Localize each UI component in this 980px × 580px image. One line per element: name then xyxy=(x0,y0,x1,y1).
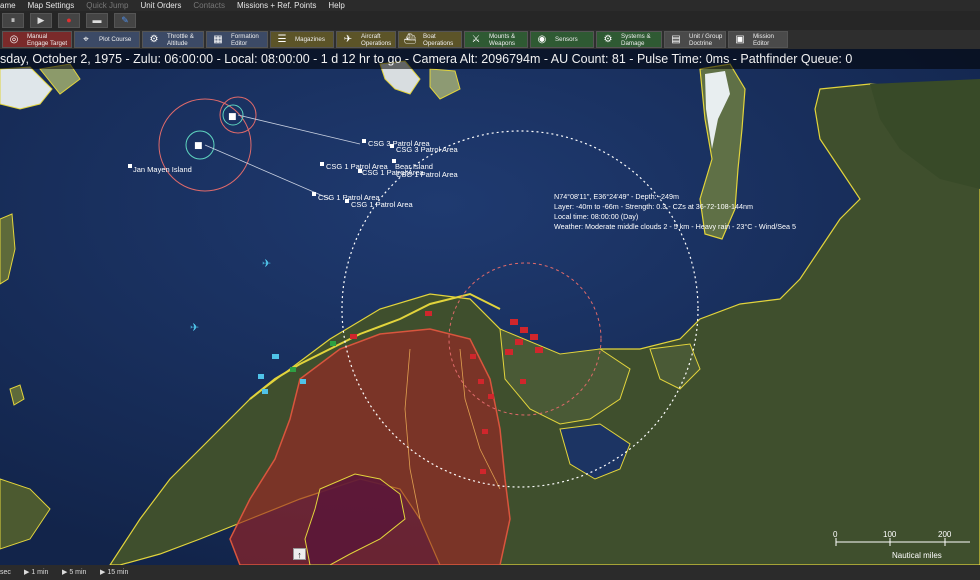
course-button[interactable]: ⌖ Plot Course xyxy=(74,31,140,48)
record-icon: ● xyxy=(66,15,72,25)
toolbar-button-label: Magazines xyxy=(295,36,325,43)
mission-icon: ▣ xyxy=(735,34,745,45)
scale-tick-100: 100 xyxy=(883,530,897,539)
time-compression-15-min[interactable]: ▶ 15 min xyxy=(100,565,128,580)
toolbar-button-label: Unit / Group Doctrine xyxy=(689,33,723,47)
label-jan-mayen: Jan Mayen Island xyxy=(133,165,192,174)
pause-button[interactable]: ⏸ xyxy=(2,13,24,28)
cursor-info-line-3: Local time: 08:00:00 (Day) xyxy=(554,212,638,221)
toolbar-button-label: Sensors xyxy=(555,36,578,43)
toolbar-button-label: Manual Engage Target xyxy=(27,33,68,47)
boat-icon: ⛴ xyxy=(403,34,417,45)
menu-item-quick-jump[interactable]: Quick Jump xyxy=(86,1,128,10)
toolbar-button-label: Boat Operations xyxy=(423,33,454,47)
play-button[interactable]: ▶ xyxy=(30,13,52,28)
toolbar-button-label: Plot Course xyxy=(99,36,132,43)
menu-item-missions-ref-points[interactable]: Missions + Ref. Points xyxy=(237,1,316,10)
mission-button[interactable]: ▣ Mission Editor xyxy=(728,31,788,48)
cursor-info-line-1: N74°08'11", E36°24'49" - Depth: -249m xyxy=(554,192,679,201)
magazine-icon: ☰ xyxy=(277,34,287,45)
menu-item-map-settings[interactable]: Map Settings xyxy=(28,1,75,10)
course-icon: ⌖ xyxy=(83,34,89,45)
scale-unit: Nautical miles xyxy=(892,551,942,560)
svg-text:✈: ✈ xyxy=(262,257,271,270)
quick-toolbar: ⏸ ▶ ● ▬ ✎ xyxy=(0,11,980,30)
expand-panel-button[interactable]: ↑ xyxy=(293,548,306,560)
pencil-button[interactable]: ✎ xyxy=(114,13,136,28)
world-map[interactable]: ■ ■ ✈ ✈ Jan Mayen Island CSG 3 Patrol Ar… xyxy=(0,49,980,565)
doctrine-icon: ▤ xyxy=(671,34,681,45)
toolbar-button-label: Aircraft Operations xyxy=(361,33,392,47)
cursor-info-line-2: Layer: -40m to -66m - Strength: 0.3 - CZ… xyxy=(554,202,753,211)
label-csg1-patrol-3: CSG 1 Patrol Area xyxy=(396,170,459,179)
time-compression-bar: sec ▶ 1 min ▶ 5 min ▶ 15 min xyxy=(0,565,980,580)
magazine-button[interactable]: ☰ Magazines xyxy=(270,31,334,48)
mounts-icon: ⚔ xyxy=(471,34,481,45)
time-compression-label: 15 min xyxy=(107,569,129,576)
aircraft-button[interactable]: ✈ Aircraft Operations xyxy=(336,31,396,48)
cursor-info-line-4: Weather: Moderate middle clouds 2 - 5 km… xyxy=(554,222,796,231)
unit-toolbar: ◎ Manual Engage Target ⌖ Plot Course ⚙ Thrott… xyxy=(0,30,980,50)
menu-bar: ame Map Settings Quick Jump Unit Orders Cont… xyxy=(0,0,980,11)
menu-item-unit-orders[interactable]: Unit Orders xyxy=(141,1,182,10)
time-compression-1-min[interactable]: ▶ 1 min xyxy=(24,565,48,580)
throttle-icon: ⚙ xyxy=(149,34,159,45)
menu-item-help[interactable]: Help xyxy=(328,1,344,10)
toolbar-button-label: Throttle & Altitude xyxy=(167,33,194,47)
arrow-up-icon: ↑ xyxy=(297,550,302,560)
pencil-icon: ✎ xyxy=(121,15,129,25)
pause-icon: ⏸ xyxy=(10,15,16,25)
svg-text:✈: ✈ xyxy=(190,321,199,334)
formation-icon: ▦ xyxy=(213,34,223,45)
mounts-button[interactable]: ⚔ Mounts & Weapons xyxy=(464,31,528,48)
time-compression-5-min[interactable]: ▶ 5 min xyxy=(62,565,86,580)
throttle-button[interactable]: ⚙ Throttle & Altitude xyxy=(142,31,204,48)
sensor-button[interactable]: ◉ Sensors xyxy=(530,31,594,48)
systems-icon: ⚙ xyxy=(603,34,613,45)
play-icon: ▶ xyxy=(37,15,45,25)
scale-tick-0: 0 xyxy=(833,530,838,539)
vehicle-button[interactable]: ▬ xyxy=(86,13,108,28)
formation-button[interactable]: ▦ Formation Editor xyxy=(206,31,268,48)
target-icon: ◎ xyxy=(9,34,19,45)
boat-button[interactable]: ⛴ Boat Operations xyxy=(398,31,462,48)
time-compression-label: 5 min xyxy=(69,569,87,576)
scale-bar: 0 100 200 Nautical miles xyxy=(830,528,980,564)
target-button[interactable]: ◎ Manual Engage Target xyxy=(2,31,72,48)
carrier-unit-2[interactable]: ■ xyxy=(228,112,237,122)
scale-tick-200: 200 xyxy=(938,530,952,539)
vehicle-icon: ▬ xyxy=(92,15,102,25)
record-button[interactable]: ● xyxy=(58,13,80,28)
time-compression-label: 1 min xyxy=(31,569,49,576)
label-csg1-patrol-5: CSG 1 Patrol Area xyxy=(351,200,414,209)
menu-item-ame[interactable]: ame xyxy=(0,1,16,10)
aircraft-icon: ✈ xyxy=(343,34,353,45)
carrier-unit-1[interactable]: ■ xyxy=(194,141,203,151)
toolbar-button-label: Systems & Damage xyxy=(621,33,651,47)
status-text: sday, October 2, 1975 - Zulu: 06:00:00 -… xyxy=(0,52,853,66)
label-csg3-patrol-2: CSG 3 Patrol Area xyxy=(396,145,459,154)
toolbar-button-label: Mounts & Weapons xyxy=(489,33,516,47)
toolbar-button-label: Mission Editor xyxy=(753,33,774,47)
time-compression-sec[interactable]: sec xyxy=(0,565,11,580)
time-compression-label: sec xyxy=(0,569,11,576)
sensor-icon: ◉ xyxy=(537,34,547,45)
menu-item-contacts[interactable]: Contacts xyxy=(193,1,225,10)
scale-bar-graphic: 0 100 200 Nautical miles xyxy=(833,530,970,560)
status-bar: sday, October 2, 1975 - Zulu: 06:00:00 -… xyxy=(0,49,980,69)
systems-button[interactable]: ⚙ Systems & Damage xyxy=(596,31,662,48)
doctrine-button[interactable]: ▤ Unit / Group Doctrine xyxy=(664,31,726,48)
toolbar-button-label: Formation Editor xyxy=(231,33,259,47)
